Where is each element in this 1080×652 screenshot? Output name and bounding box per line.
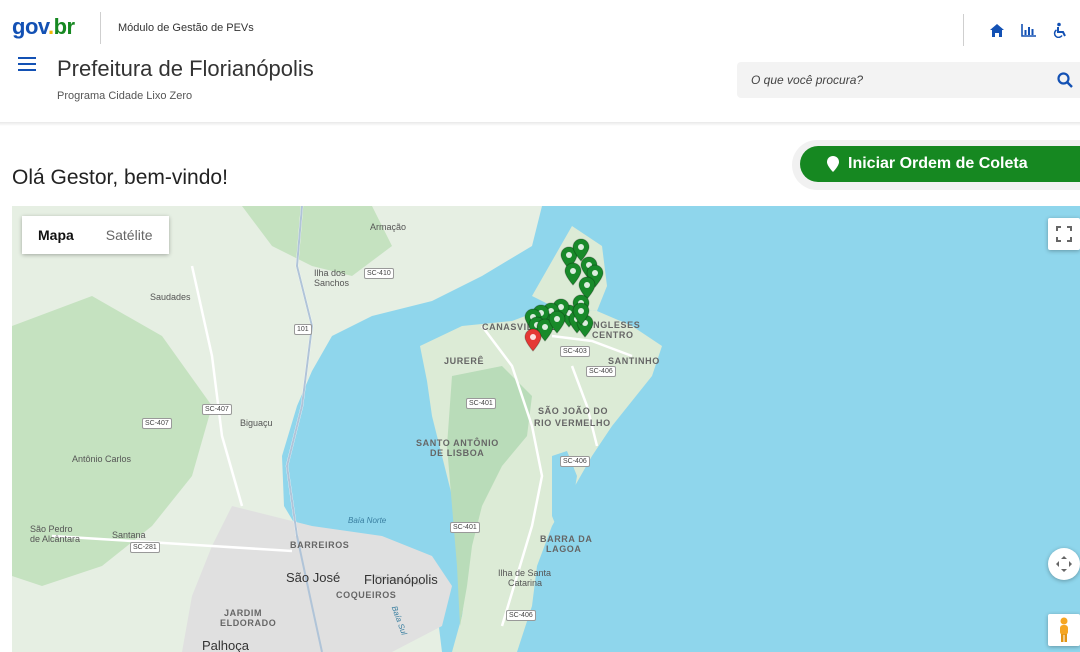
- header-shadow: [0, 122, 1080, 126]
- map-label-jardim: JARDIM: [224, 608, 263, 618]
- map-label-armacao: Armação: [370, 222, 407, 232]
- fullscreen-icon: [1056, 226, 1072, 242]
- road-shield: SC-281: [130, 542, 160, 553]
- cta-container: Iniciar Ordem de Coleta: [792, 140, 1080, 190]
- actions-divider: [963, 14, 964, 46]
- map-label-ingleses: INGLESES: [590, 320, 641, 330]
- map-label-santinho: SANTINHO: [608, 356, 660, 366]
- map-label-santo-antonio-2: DE LISBOA: [430, 448, 485, 458]
- map-label-sao-jose: São José: [286, 570, 341, 585]
- map-label-antonio-carlos: Antônio Carlos: [72, 454, 132, 464]
- map-pin-icon: [827, 156, 839, 172]
- home-icon[interactable]: [986, 19, 1008, 41]
- map-label-sao-joao-1: SÃO JOÃO DO: [538, 406, 609, 416]
- road-shield: SC-406: [506, 610, 536, 621]
- map-label-sao-joao-2: RIO VERMELHO: [534, 418, 611, 428]
- road-shield: SC-406: [586, 366, 616, 377]
- header-actions: [963, 14, 1072, 46]
- org-title: Prefeitura de Florianópolis: [57, 56, 314, 81]
- map-label-santo-antonio-1: SANTO ANTÔNIO: [416, 438, 499, 448]
- chart-icon[interactable]: [1018, 19, 1040, 41]
- map-label-sao-pedro-2: de Alcântara: [30, 534, 81, 544]
- road-shield: SC-407: [202, 404, 232, 415]
- map-label-jurere: JURERÊ: [444, 356, 485, 366]
- welcome-heading: Olá Gestor, bem-vindo!: [12, 166, 228, 189]
- map-label-baia-norte: Baía Norte: [348, 516, 387, 525]
- start-collection-order-button[interactable]: Iniciar Ordem de Coleta: [800, 146, 1080, 182]
- map-label-ilha-santa-1: Ilha de Santa: [498, 568, 552, 578]
- search-icon[interactable]: [1056, 71, 1074, 89]
- map-label-centro: CENTRO: [592, 330, 634, 340]
- road-shield: SC-401: [466, 398, 496, 409]
- map-label-biguacu: Biguaçu: [240, 418, 273, 428]
- pev-marker-icon[interactable]: [548, 310, 566, 334]
- camera-control-button[interactable]: [1048, 548, 1080, 580]
- module-title: Módulo de Gestão de PEVs: [118, 22, 254, 34]
- road-shield: 101: [294, 324, 312, 335]
- map-label-barra-1: BARRA DA: [540, 534, 593, 544]
- map-label-eldorado: ELDORADO: [220, 618, 277, 628]
- govbr-logo[interactable]: gov.br: [12, 14, 75, 40]
- org-subtitle: Programa Cidade Lixo Zero: [57, 90, 193, 102]
- accessibility-icon[interactable]: [1050, 19, 1072, 41]
- search-input[interactable]: [737, 62, 1037, 98]
- map-label-barreiros: BARREIROS: [290, 540, 350, 550]
- fullscreen-button[interactable]: [1048, 218, 1080, 250]
- map-base-layer: [12, 206, 662, 652]
- map-label-palhoca: Palhoça: [202, 638, 249, 652]
- map-type-satellite-button[interactable]: Satélite: [89, 216, 169, 254]
- road-shield: SC-410: [364, 268, 394, 279]
- map-label-ilha-sanchos: Ilha dos: [314, 268, 346, 278]
- current-location-marker-icon[interactable]: [524, 328, 542, 352]
- map-label-saudades: Saudades: [150, 292, 191, 302]
- road-shield: SC-407: [142, 418, 172, 429]
- map-label-ilha-santa-2: Catarina: [508, 578, 543, 588]
- camera-control-icon: [1056, 556, 1072, 572]
- road-shield: SC-401: [450, 522, 480, 533]
- logo-divider: [100, 12, 101, 44]
- search-box: [737, 62, 1080, 98]
- road-shield: SC-406: [560, 456, 590, 467]
- street-view-button[interactable]: [1048, 614, 1080, 646]
- map[interactable]: Mapa Satélite Armação Ilha dos Sanchos S…: [12, 206, 1080, 652]
- pegman-icon: [1060, 617, 1068, 642]
- pev-marker-icon[interactable]: [572, 302, 590, 326]
- map-label-ilha-sanchos-2: Sanchos: [314, 278, 350, 288]
- page: gov.br Módulo de Gestão de PEVs Prefeitu…: [0, 0, 1080, 652]
- menu-icon[interactable]: [18, 57, 36, 73]
- map-label-coqueiros: COQUEIROS: [336, 590, 397, 600]
- road-shield: SC-403: [560, 346, 590, 357]
- map-type-map-button[interactable]: Mapa: [22, 216, 90, 254]
- map-label-santana: Santana: [112, 530, 146, 540]
- map-type-control: Mapa Satélite: [22, 216, 169, 254]
- map-label-barra-2: LAGOA: [546, 544, 582, 554]
- map-label-florianopolis: Florianópolis: [364, 572, 438, 587]
- map-label-sao-pedro: São Pedro: [30, 524, 73, 534]
- header: gov.br Módulo de Gestão de PEVs Prefeitu…: [0, 0, 1080, 122]
- cta-label: Iniciar Ordem de Coleta: [848, 155, 1028, 172]
